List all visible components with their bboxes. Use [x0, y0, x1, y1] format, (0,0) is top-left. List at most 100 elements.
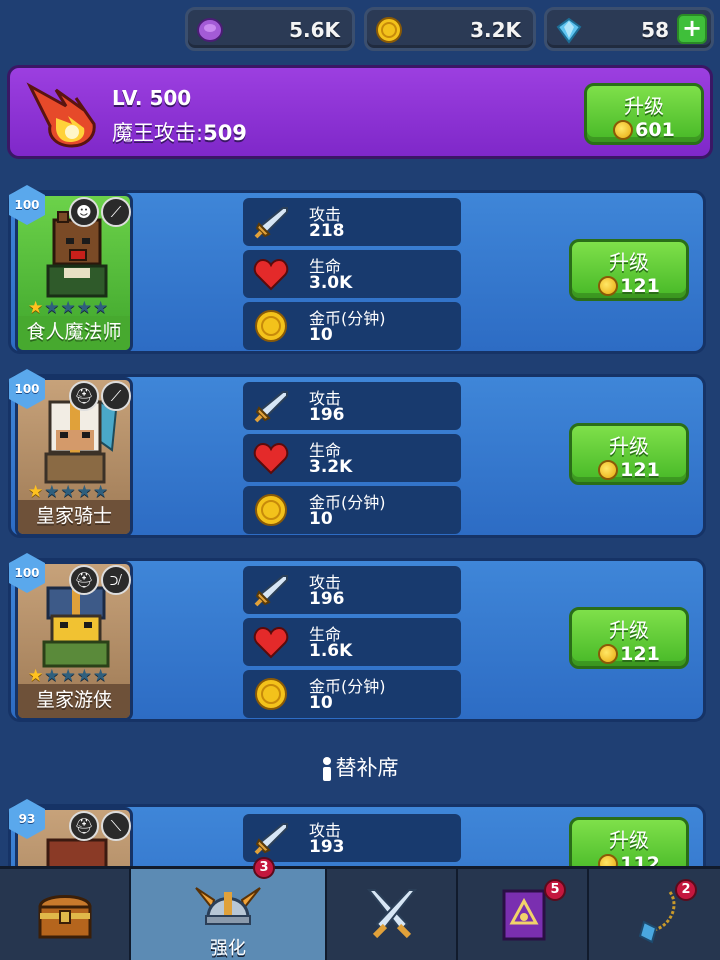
upgrade-cost: 121	[598, 459, 660, 481]
upgrade-cost: 601	[613, 119, 675, 141]
gold-rate-value: 10	[309, 325, 333, 345]
tab-amulet[interactable]: 2	[589, 869, 720, 960]
helmet-class-icon: ⛑	[69, 811, 99, 841]
gold-coin-icon	[598, 644, 619, 664]
amulet-icon	[638, 890, 675, 943]
notification-badge: 3	[253, 857, 275, 879]
sword-icon	[251, 388, 291, 424]
bench-label: 替补席	[335, 756, 399, 780]
boss-attack-value: 509	[203, 121, 247, 145]
upgrade-label: 升级	[609, 250, 649, 274]
gold-coin-icon	[598, 276, 619, 296]
attack-value: 196	[309, 405, 345, 425]
star-icon: ★	[60, 666, 76, 686]
hero-stars: ★ ★ ★ ★ ★	[28, 668, 108, 685]
hero-stars: ★ ★ ★ ★ ★	[28, 300, 108, 317]
gold-coin-icon	[376, 17, 402, 43]
hero-card: 100 ★ ★ ★ ★ ★ 皇家游侠 ⛑ ⟉ 攻击 196 生命 1.6K 金币(分钟)…	[8, 553, 706, 722]
gold-coin-icon	[251, 492, 291, 528]
star-icon: ★	[60, 482, 76, 502]
health-stat: 生命 3.2K	[243, 434, 461, 482]
upgrade-cost: 121	[598, 643, 660, 665]
gold-rate-stat: 金币(分钟) 10	[243, 302, 461, 350]
upgrade-label: 升级	[609, 618, 649, 642]
star-icon: ★	[76, 666, 92, 686]
helmet-class-icon: ⛑	[69, 565, 99, 595]
treasure-chest-icon	[37, 894, 92, 938]
hero-upgrade-button[interactable]: 升级 121	[569, 423, 689, 485]
attack-stat: 攻击 196	[243, 566, 461, 614]
sword-icon	[251, 572, 291, 608]
gold-coin-icon	[251, 308, 291, 344]
sword-weapon-icon: ⟋	[101, 381, 131, 411]
upgrade-cost-value: 121	[620, 643, 660, 665]
helmet-class-icon: ⛑	[69, 381, 99, 411]
heart-icon	[251, 440, 291, 476]
attack-value: 193	[309, 837, 345, 857]
star-icon: ★	[44, 666, 60, 686]
gem-icon	[556, 17, 582, 44]
tab-upgrade[interactable]: 强化 3	[131, 857, 327, 960]
star-icon: ★	[93, 482, 109, 502]
attack-stat: 攻击 218	[243, 198, 461, 246]
upgrade-label: 升级	[609, 434, 649, 458]
upgrade-label: 升级	[624, 94, 664, 118]
hero-stars: ★ ★ ★ ★ ★	[28, 484, 108, 501]
star-icon: ★	[76, 298, 92, 318]
star-icon: ★	[93, 298, 109, 318]
star-icon: ★	[28, 666, 44, 686]
elixir-value: 5.6K	[289, 18, 340, 42]
sword-icon	[251, 204, 291, 240]
star-icon: ★	[28, 298, 44, 318]
health-stat: 生命 3.0K	[243, 250, 461, 298]
hero-upgrade-button[interactable]: 升级 121	[569, 239, 689, 301]
gold-rate-value: 10	[309, 693, 333, 713]
crossed-swords-icon	[366, 888, 417, 938]
star-icon: ★	[44, 298, 60, 318]
star-icon: ★	[93, 666, 109, 686]
add-gems-button[interactable]: +	[677, 14, 707, 44]
notification-badge: 2	[675, 879, 697, 901]
hero-name: 食人魔法师	[18, 316, 130, 350]
gold-coin-icon	[251, 676, 291, 712]
upgrade-cost-value: 121	[620, 459, 660, 481]
star-icon: ★	[28, 482, 44, 502]
ogre-class-icon: ☻	[69, 197, 99, 227]
bow-weapon-icon: ⟉	[101, 565, 131, 595]
gold-coin-icon	[613, 120, 634, 140]
tab-chest[interactable]	[0, 869, 131, 960]
tab-upgrade-label: 强化	[210, 938, 246, 959]
tab-spellbook[interactable]: 5	[458, 869, 589, 960]
bottom-nav: 强化 3 5 2	[0, 857, 720, 960]
boss-banner: LV. 500 魔王攻击:509 升级 601	[7, 65, 713, 159]
upgrade-cost-value: 601	[635, 119, 675, 141]
bench-header[interactable]: 替补席	[0, 752, 720, 782]
gold-rate-stat: 金币(分钟) 10	[243, 670, 461, 718]
boss-upgrade-button[interactable]: 升级 601	[584, 83, 704, 145]
winged-helmet-icon	[195, 886, 261, 925]
health-value: 1.6K	[309, 641, 353, 661]
hero-upgrade-button[interactable]: 升级 121	[569, 607, 689, 669]
star-icon: ★	[76, 482, 92, 502]
health-stat: 生命 1.6K	[243, 618, 461, 666]
gold-counter: 3.2K	[364, 7, 536, 51]
staff-weapon-icon: ⟋	[101, 197, 131, 227]
gem-value: 58	[641, 18, 669, 42]
heart-icon	[251, 624, 291, 660]
tab-battle[interactable]	[327, 869, 458, 960]
hero-name: 皇家游侠	[18, 684, 130, 718]
spear-weapon-icon: ⟍	[101, 811, 131, 841]
attack-stat: 攻击 196	[243, 382, 461, 430]
sword-icon	[251, 820, 291, 856]
attack-value: 196	[309, 589, 345, 609]
boss-level: LV. 500	[112, 86, 192, 110]
star-icon: ★	[60, 298, 76, 318]
gold-coin-icon	[598, 460, 619, 480]
hero-name: 皇家骑士	[18, 500, 130, 534]
attack-stat: 攻击 193	[243, 814, 461, 862]
boss-attack: 魔王攻击:509	[112, 117, 247, 147]
elixir-counter: 5.6K	[185, 7, 355, 51]
attack-value: 218	[309, 221, 345, 241]
gold-rate-stat: 金币(分钟) 10	[243, 486, 461, 534]
gold-value: 3.2K	[470, 18, 521, 42]
